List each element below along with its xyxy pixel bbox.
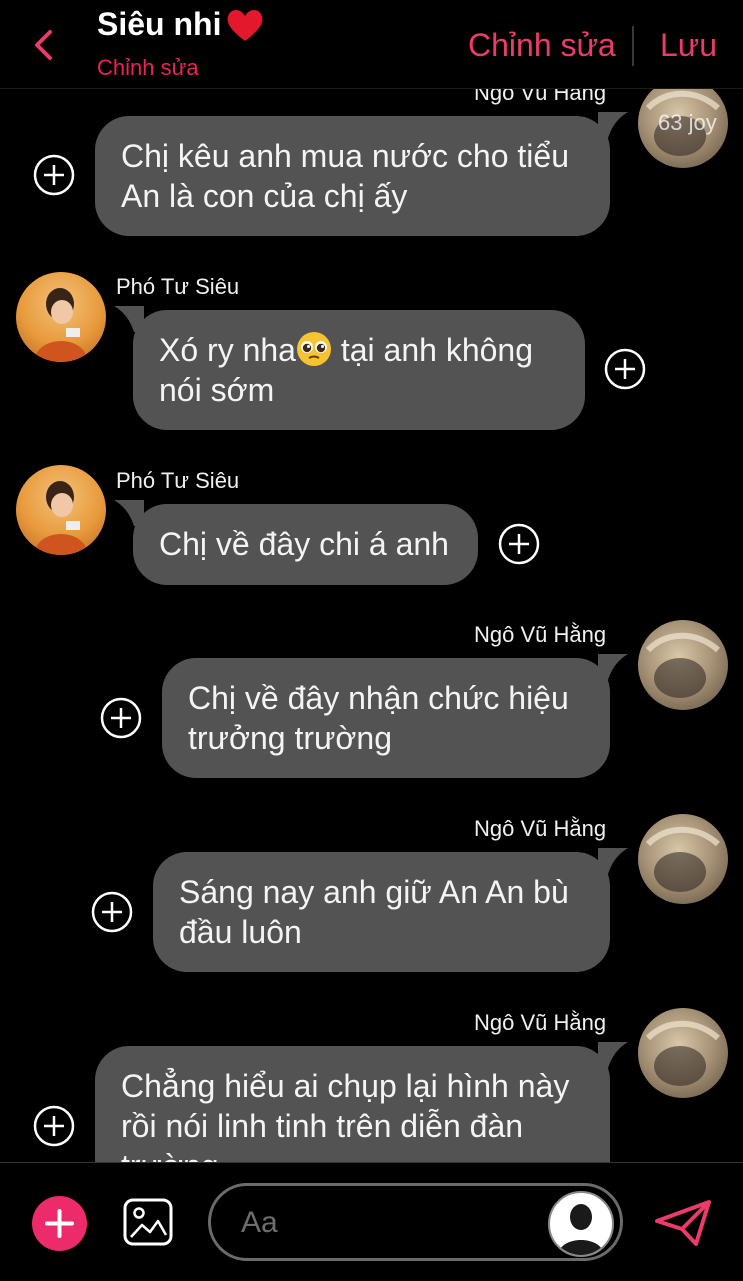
message-line: rồi nói linh tinh trên diễn đàn xyxy=(121,1108,524,1144)
avatar[interactable] xyxy=(638,814,728,904)
message-text: Xó ry nha xyxy=(159,332,296,368)
avatar-portrait-icon xyxy=(645,632,721,698)
chat-title-text: Siêu nhi xyxy=(97,6,222,42)
message-line: Chị về đây chi á anh xyxy=(159,526,449,562)
bubble-tail xyxy=(598,848,628,874)
message-input[interactable]: Aa xyxy=(208,1183,623,1261)
avatar-portrait-icon xyxy=(645,1020,721,1086)
avatar[interactable] xyxy=(638,620,728,710)
message-bubble[interactable]: Chị về đây chi á anh xyxy=(133,504,478,585)
sender-name: Phó Tư Siêu xyxy=(116,274,240,299)
message-text: tại anh không xyxy=(331,332,534,368)
add-reaction-icon[interactable] xyxy=(604,348,646,390)
message-bubble[interactable]: Chị về đây nhận chức hiệu trưởng trường xyxy=(162,658,610,778)
message-line: Chị về đây nhận chức hiệu xyxy=(188,680,569,716)
add-reaction-icon[interactable] xyxy=(91,891,133,933)
message-bubble[interactable]: Chị kêu anh mua nước cho tiểu An là con … xyxy=(95,116,610,236)
chat-header: Siêu nhi Chỉnh sửa Chỉnh sửa Lưu xyxy=(0,0,743,89)
message-line: đầu luôn xyxy=(179,914,302,950)
add-reaction-icon[interactable] xyxy=(33,154,75,196)
chat-title: Siêu nhi xyxy=(97,6,265,43)
sender-name: Phó Tư Siêu xyxy=(116,468,240,493)
edit-button[interactable]: Chỉnh sửa xyxy=(468,27,616,64)
message-line: nói sớm xyxy=(159,372,275,408)
back-chevron-icon[interactable] xyxy=(30,28,58,62)
heart-icon xyxy=(228,9,263,41)
sender-name: Ngô Vũ Hằng xyxy=(474,816,607,841)
message-line: Sáng nay anh giữ An An bù xyxy=(179,874,569,910)
message-line-with-emoji: Xó ry nha tại anh không xyxy=(159,330,559,370)
send-icon[interactable] xyxy=(654,1199,712,1247)
sender-name: Ngô Vũ Hằng xyxy=(474,1010,607,1035)
message-bubble[interactable]: Sáng nay anh giữ An An bù đầu luôn xyxy=(153,852,610,972)
add-reaction-icon[interactable] xyxy=(100,697,142,739)
bubble-tail xyxy=(598,654,628,680)
pleading-face-emoji-icon xyxy=(296,332,331,366)
image-icon[interactable] xyxy=(122,1197,174,1247)
bubble-tail xyxy=(598,1042,628,1068)
bubble-tail xyxy=(598,112,628,138)
person-silhouette-icon xyxy=(558,1204,604,1255)
add-button[interactable] xyxy=(32,1196,87,1251)
avatar-portrait-icon xyxy=(645,826,721,892)
avatar[interactable] xyxy=(16,465,106,555)
add-reaction-icon[interactable] xyxy=(33,1105,75,1147)
message-line: trưởng trường xyxy=(188,720,392,756)
chat-subtitle[interactable]: Chỉnh sửa xyxy=(97,55,199,81)
message-input-placeholder: Aa xyxy=(241,1206,278,1239)
plus-icon xyxy=(45,1209,74,1238)
header-divider xyxy=(632,26,634,66)
add-reaction-icon[interactable] xyxy=(498,523,540,565)
message-bubble[interactable]: Xó ry nha tại anh không nói sớm xyxy=(133,310,585,430)
avatar-portrait-icon xyxy=(34,481,88,555)
message-line: Chị kêu anh mua nước cho tiểu xyxy=(121,138,569,174)
user-avatar-icon[interactable] xyxy=(548,1191,614,1257)
message-line: Chẳng hiểu ai chụp lại hình này xyxy=(121,1068,570,1104)
composer-bar: Aa xyxy=(0,1162,743,1281)
sender-name: Ngô Vũ Hằng xyxy=(474,622,607,647)
save-button[interactable]: Lưu xyxy=(660,27,717,64)
message-line: An là con của chị ấy xyxy=(121,178,408,214)
avatar[interactable] xyxy=(16,272,106,362)
avatar[interactable] xyxy=(638,1008,728,1098)
avatar-portrait-icon xyxy=(34,288,88,362)
watermark-text: 63 joy xyxy=(658,110,717,135)
